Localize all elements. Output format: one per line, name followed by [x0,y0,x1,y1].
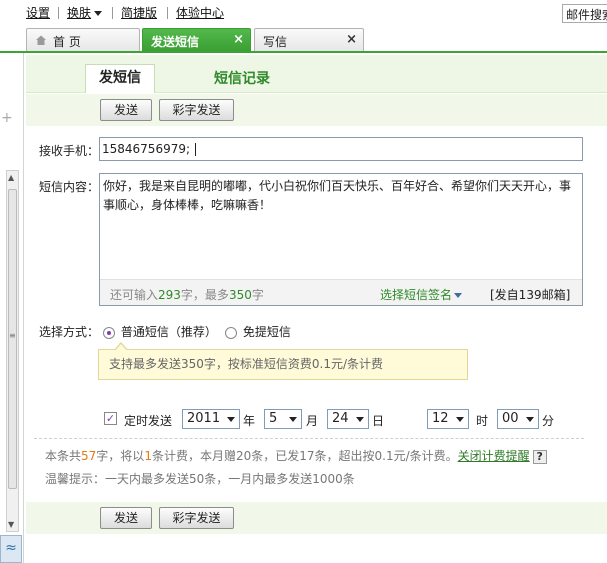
year-select[interactable]: 2011 [182,409,240,429]
plus-icon[interactable]: + [1,110,13,126]
chevron-down-icon [223,410,239,428]
signature-dropdown[interactable]: 选择短信签名 [380,286,463,303]
radio-selected-icon[interactable] [103,326,115,339]
collapse-icon[interactable]: ≈ [0,535,22,563]
send-button-bottom[interactable]: 发送 [100,507,152,529]
menu-divider [112,6,114,19]
color-send-button-bottom[interactable]: 彩字发送 [159,507,234,529]
counter-prefix: 还可输入 [110,288,159,302]
skin-label: 换肤 [67,6,92,20]
recipient-label: 接收手机： [39,144,100,158]
message-footer: 还可输入293字，最多350字 选择短信签名 [发自139邮箱] [100,279,582,305]
radio-normal-label: 普通短信（推荐） [120,325,217,339]
billing-info: 本条共57字，将以1条计费，本月赠20条，已发17条，超出按0.1元/条计费。关… [45,447,547,464]
month-select[interactable]: 5 [264,409,302,429]
radio-free-sms[interactable]: 免提短信 [225,323,291,340]
tip-arrow-fill [115,344,127,351]
billing-msgs: 1 [144,449,152,463]
tab-write[interactable]: 写信 × [254,28,364,52]
help-icon[interactable]: ? [532,449,547,464]
radio-unselected-icon[interactable] [225,326,237,339]
subtab-sms-records[interactable]: 短信记录 [214,68,270,88]
chevron-down-icon [94,11,103,16]
month-value: 5 [269,411,278,426]
billing-p1: 本条共 [45,449,82,463]
from-tag: [发自139邮箱] [490,288,571,302]
year-value: 2011 [187,411,221,426]
menu-divider [58,6,60,19]
day-select[interactable]: 24 [327,409,369,429]
message-text: 你好，我是来自昆明的嘟嘟，代小白祝你们百天快乐、百年好合、希望你们天天开心，事事… [103,179,572,212]
mail-search-input[interactable]: 邮件搜索 [562,4,607,23]
warm-tip: 温馨提示：一天内最多发送50条，一月内最多发送1000条 [45,472,355,486]
subtab-send-sms[interactable]: 发短信 [85,64,155,93]
chevron-down-icon [285,410,301,428]
tab-write-label: 写信 [263,35,288,49]
billing-p3: 条计费，本月赠20条，已发17条，超出按0.1元/条计费。 [151,449,458,463]
counter-suffix: 字 [251,288,264,302]
home-icon [36,35,46,45]
menu-divider [167,6,169,19]
hour-value: 12 [432,411,449,426]
tab-send-sms-label: 发送短信 [151,35,200,49]
tab-home[interactable]: 首 页 [26,28,140,52]
counter-remaining: 293 [158,288,181,302]
counter-max: 350 [228,288,252,302]
skin-menu[interactable]: 换肤 [67,4,106,21]
simple-version-link[interactable]: 简捷版 [121,4,161,21]
close-billing-reminder-link[interactable]: 关闭计费提醒 [458,449,530,463]
message-textarea[interactable]: 你好，我是来自昆明的嘟嘟，代小白祝你们百天快乐、百年好合、希望你们天天开心，事事… [99,173,583,306]
top-menu: 设置 换肤 简捷版 体验中心 [26,4,228,21]
sidebar-scrollbar[interactable]: ▲ ≡ ▼ [6,170,19,532]
tab-send-sms[interactable]: 发送短信 × [142,28,251,52]
send-button[interactable]: 发送 [100,99,152,121]
scroll-up-icon[interactable]: ▲ [8,173,14,182]
experience-center-link[interactable]: 体验中心 [176,4,228,21]
tab-home-label: 首 页 [53,35,81,49]
chevron-down-icon [454,293,463,298]
schedule-label: 定时发送 [124,414,173,428]
recipient-phone-input[interactable]: 15846756979; [99,137,583,161]
tip-box: 支持最多发送350字，按标准短信资费0.1元/条计费 [98,349,468,380]
text-cursor [195,143,197,156]
recipient-phone-value: 15846756979; [102,142,191,156]
billing-p2: 字，将以 [96,449,145,463]
scroll-down-icon[interactable]: ▼ [8,520,14,529]
chevron-down-icon [352,410,368,428]
chevron-down-icon [452,410,468,428]
char-counter: 还可输入293字，最多350字 [110,286,264,303]
year-unit: 年 [243,414,256,428]
counter-mid: 字，最多 [180,288,229,302]
billing-chars: 57 [81,449,97,463]
close-icon[interactable]: × [233,32,244,47]
month-unit: 月 [306,414,319,428]
schedule-checkbox[interactable]: ✓ [104,412,117,425]
minute-value: 00 [502,411,519,426]
radio-free-label: 免提短信 [242,325,291,339]
minute-unit: 分 [542,414,555,428]
minute-select[interactable]: 00 [497,409,539,429]
color-send-button[interactable]: 彩字发送 [159,99,234,121]
day-unit: 日 [372,414,385,428]
scroll-grip-icon: ≡ [9,331,16,340]
method-label: 选择方式： [39,325,100,339]
divider [34,438,584,439]
signature-label: 选择短信签名 [380,288,453,302]
content-label: 短信内容： [39,180,100,194]
day-value: 24 [332,411,349,426]
close-icon[interactable]: × [346,32,357,47]
hour-select[interactable]: 12 [427,409,469,429]
radio-normal-sms[interactable]: 普通短信（推荐） [103,323,217,340]
hour-unit: 时 [476,414,489,428]
settings-link[interactable]: 设置 [26,4,54,21]
chevron-down-icon [522,410,538,428]
